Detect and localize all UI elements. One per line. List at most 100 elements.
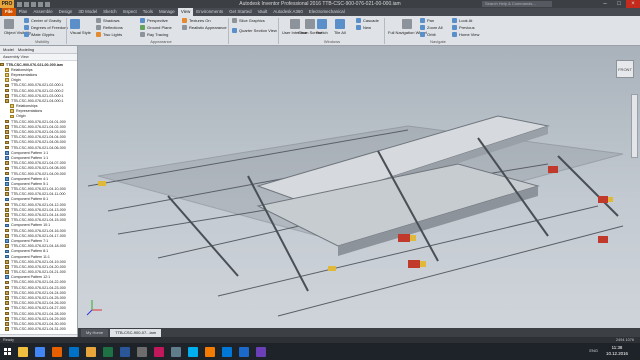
tree-item[interactable]: TTB-CSC-900-076-021-04-11-000 bbox=[0, 192, 77, 197]
tree-item[interactable]: TTB-CSC-900-076-021-04-17-000 bbox=[0, 233, 77, 238]
tab-model[interactable]: Model bbox=[3, 47, 14, 52]
tab-view[interactable]: View bbox=[177, 8, 194, 16]
app-logo[interactable]: PRO bbox=[0, 0, 14, 8]
firefox-icon[interactable] bbox=[51, 346, 62, 357]
tree-item[interactable]: TTB-CSC-900-076-021-04-05-000 bbox=[0, 140, 77, 145]
tab-environments[interactable]: Environments bbox=[193, 8, 226, 16]
tree-item[interactable]: TTB-CSC-900-076-021-04-25-000 bbox=[0, 295, 77, 300]
switch-button[interactable]: Switch bbox=[316, 19, 328, 35]
tree-item[interactable]: TTB-CSC-900-076-021-04-28-000 bbox=[0, 311, 77, 316]
graphics-viewport[interactable]: FRONT bbox=[78, 46, 640, 328]
tree-item[interactable]: TTB-CSC-900-076-021-04-08-000 bbox=[0, 166, 77, 171]
clock[interactable]: 11:38 10.12.2016 bbox=[606, 345, 628, 357]
tab-design[interactable]: Design bbox=[56, 8, 76, 16]
tree-item[interactable]: TTB-CSC-900-076-021-04-26-000 bbox=[0, 301, 77, 306]
imate-glyphs-toggle[interactable]: iMate Glyphs bbox=[24, 32, 54, 37]
vlc-icon[interactable] bbox=[204, 346, 215, 357]
tab-autodesk-a360[interactable]: Autodesk A360 bbox=[270, 8, 306, 16]
notepad-icon[interactable] bbox=[136, 346, 147, 357]
tree-item[interactable]: TTB-CSC-900-076-021-04-06-000 bbox=[0, 145, 77, 150]
tree-item[interactable]: TTB-CSC-900-076-021-04-03-000 bbox=[0, 129, 77, 134]
maximize-icon[interactable]: □ bbox=[612, 0, 626, 8]
tree-item[interactable]: TTB-CSC-900-076-021-04-21-000 bbox=[0, 270, 77, 275]
previous-view-button[interactable]: Previous bbox=[452, 25, 475, 30]
tab-plan[interactable]: Plan bbox=[16, 8, 31, 16]
tree-item[interactable]: TTB-CSC-900-076-021-04-30-000 bbox=[0, 321, 77, 326]
slice-graphics-button[interactable]: Slice Graphics bbox=[232, 18, 265, 23]
minimize-icon[interactable]: – bbox=[598, 0, 612, 8]
textures-button[interactable]: Textures On bbox=[182, 18, 211, 23]
tree-item[interactable]: TTB-CSC-900-076-021-04-23-000 bbox=[0, 285, 77, 290]
tree-item[interactable]: TTB-CSC-900-076-021-04-13-000 bbox=[0, 207, 77, 212]
center-of-gravity-toggle[interactable]: Center of Gravity bbox=[24, 18, 61, 23]
realistic-appearance-button[interactable]: Realistic Appearance bbox=[182, 25, 227, 30]
tree-item[interactable]: TTB-CSC-900-076-021-04-19-000 bbox=[0, 259, 77, 264]
orbit-button[interactable]: Orbit bbox=[420, 32, 436, 37]
open-icon[interactable] bbox=[24, 1, 29, 7]
degrees-of-freedom-toggle[interactable]: Degrees of Freedom bbox=[24, 25, 68, 30]
tile-all-button[interactable]: Tile All bbox=[334, 19, 346, 35]
tab-document[interactable]: TTB-CSC-900-07...iam bbox=[110, 329, 162, 337]
tree-item[interactable]: TTB-CSC-900-076-021-04-12-000 bbox=[0, 202, 77, 207]
chrome-icon[interactable] bbox=[34, 346, 45, 357]
tree-item[interactable]: TTB-CSC-900-076-021-04-07-000 bbox=[0, 161, 77, 166]
edge-icon[interactable] bbox=[238, 346, 249, 357]
visual-style-button[interactable]: Visual Style bbox=[70, 19, 91, 35]
new-file-icon[interactable] bbox=[17, 1, 22, 7]
filter-label[interactable]: Assembly View bbox=[3, 55, 29, 59]
tree-item[interactable]: TTB-CSC-900-076-021-04-09-000 bbox=[0, 171, 77, 176]
tree-item[interactable]: TTB-CSC-900-076-021-04-02-000 bbox=[0, 124, 77, 129]
store-icon[interactable] bbox=[255, 346, 266, 357]
inventor-icon[interactable] bbox=[85, 346, 96, 357]
tab-get-started[interactable]: Get Started bbox=[226, 8, 254, 16]
home-view-button[interactable]: Home View bbox=[452, 32, 479, 37]
close-icon[interactable]: × bbox=[626, 0, 640, 8]
redo-icon[interactable] bbox=[45, 1, 50, 7]
cascade-button[interactable]: Cascade bbox=[356, 18, 379, 23]
viewcube[interactable]: FRONT bbox=[616, 60, 634, 78]
tab-file[interactable]: File bbox=[2, 8, 16, 16]
tab-inspect[interactable]: Inspect bbox=[120, 8, 140, 16]
ground-plane-button[interactable]: Ground Plane bbox=[140, 25, 172, 30]
tree-item[interactable]: TTB-CSC-900-076-021-04-14-000 bbox=[0, 212, 77, 217]
lighting-button[interactable]: Two Lights bbox=[96, 32, 122, 37]
paint-icon[interactable] bbox=[153, 346, 164, 357]
tab-modeling[interactable]: Modeling bbox=[18, 47, 34, 52]
section-view-button[interactable]: Quarter Section View bbox=[232, 28, 277, 33]
shadows-button[interactable]: Shadows bbox=[96, 18, 119, 23]
navigation-bar[interactable] bbox=[631, 94, 638, 158]
tree-item[interactable]: TTB-CSC-900-076-021-04-10-000 bbox=[0, 187, 77, 192]
tree-item[interactable]: TTB-CSC-900-076-021-04-27-000 bbox=[0, 306, 77, 311]
look-at-button[interactable]: Look At bbox=[452, 18, 472, 23]
save-icon[interactable] bbox=[31, 1, 36, 7]
skype-icon[interactable] bbox=[187, 346, 198, 357]
tab-my-home[interactable]: My Home bbox=[81, 329, 109, 337]
tree-item[interactable]: TTB-CSC-900-076-021-04-01-000 bbox=[0, 119, 77, 124]
reflections-button[interactable]: Reflections bbox=[96, 25, 123, 30]
tab-electromechanical[interactable]: Electromechanical bbox=[306, 8, 348, 16]
perspective-button[interactable]: Perspective bbox=[140, 18, 168, 23]
excel-icon[interactable] bbox=[102, 346, 113, 357]
tree-item[interactable]: TTB-CSC-900-076-021-04-20-000 bbox=[0, 264, 77, 269]
undo-icon[interactable] bbox=[38, 1, 43, 7]
mail-icon[interactable] bbox=[221, 346, 232, 357]
tab-tools[interactable]: Tools bbox=[140, 8, 156, 16]
tree-item[interactable]: TTB-CSC-900-076-021-04-29-000 bbox=[0, 316, 77, 321]
tree-item[interactable]: TTB-CSC-900-076-021-04-22-000 bbox=[0, 280, 77, 285]
help-search-input[interactable]: Search Help & Commands... bbox=[482, 1, 552, 7]
tab-assemble[interactable]: Assemble bbox=[30, 8, 55, 16]
zoom-all-button[interactable]: Zoom All bbox=[420, 25, 443, 30]
new-window-button[interactable]: New bbox=[356, 25, 371, 30]
ray-tracing-button[interactable]: Ray Tracing bbox=[140, 32, 168, 37]
windows-start-icon[interactable] bbox=[0, 343, 14, 360]
calculator-icon[interactable] bbox=[170, 346, 181, 357]
tree-item[interactable]: TTB-CSC-900-076-021-04-18-000 bbox=[0, 244, 77, 249]
word-icon[interactable] bbox=[119, 346, 130, 357]
tree-item[interactable]: TTB-CSC-900-076-021-04-15-000 bbox=[0, 218, 77, 223]
tab-3d-model[interactable]: 3D Model bbox=[75, 8, 100, 16]
tree-item[interactable]: TTB-CSC-900-076-021-04-16-000 bbox=[0, 228, 77, 233]
tree-item[interactable]: TTB-CSC-900-076-021-04-24-000 bbox=[0, 290, 77, 295]
pan-button[interactable]: Pan bbox=[420, 18, 434, 23]
tab-vault[interactable]: Vault bbox=[255, 8, 271, 16]
tab-manage[interactable]: Manage bbox=[156, 8, 178, 16]
